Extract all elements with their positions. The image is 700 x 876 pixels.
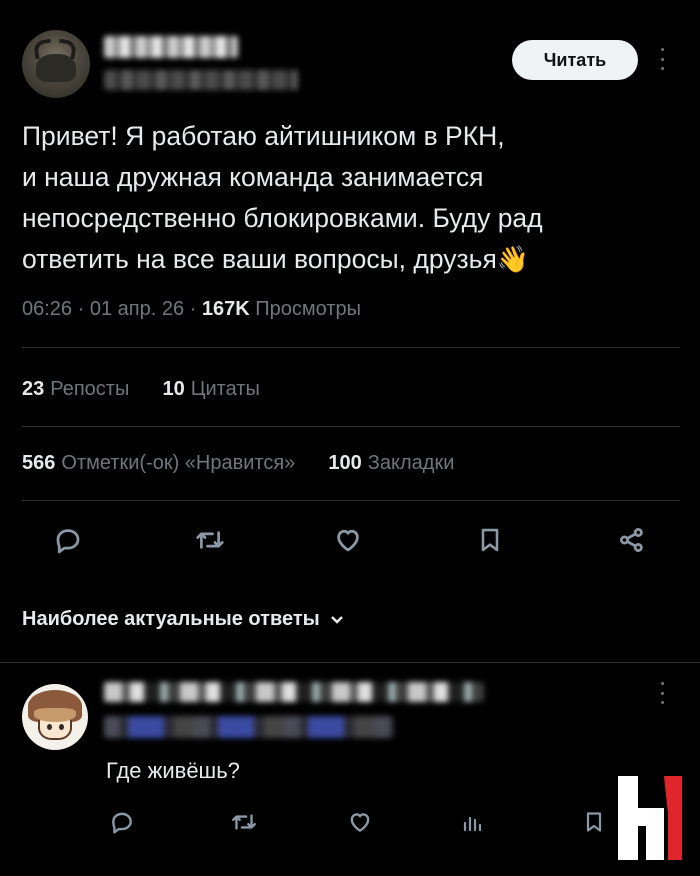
stats-row-likes: 566 Отметки(-ок) «Нравится» 100 Закладки	[22, 452, 454, 475]
bookmarks-label: Закладки	[367, 452, 455, 474]
like-icon[interactable]	[344, 806, 376, 838]
reply-icon[interactable]	[106, 806, 138, 838]
post-text-line: непосредственно блокировками. Буду рад	[22, 203, 543, 233]
likes-count: 566	[22, 452, 56, 474]
post-action-bar	[0, 524, 700, 564]
reply-author-handle-blurred[interactable]	[104, 716, 394, 738]
reply-action-bar	[0, 806, 700, 846]
quotes-label: Цитаты	[190, 378, 260, 400]
post-time[interactable]: 06:26	[22, 298, 72, 320]
avatar-image-part	[47, 724, 52, 730]
quotes-stat[interactable]: 10 Цитаты	[162, 378, 259, 400]
author-handle-blurred[interactable]	[104, 70, 298, 90]
reply-icon[interactable]	[52, 524, 84, 556]
reposts-label: Репосты	[50, 378, 130, 400]
divider	[22, 500, 680, 501]
post-meta: 06:26 · 01 апр. 26 · 167K Просмотры	[22, 298, 361, 321]
views-label: Просмотры	[255, 298, 361, 320]
repost-icon[interactable]	[194, 524, 226, 556]
avatar-image-part	[34, 708, 76, 722]
post-text-line: и наша дружная команда занимается	[22, 162, 484, 192]
reply-author-avatar[interactable]	[22, 684, 88, 750]
divider	[22, 347, 680, 348]
bookmarks-count: 100	[328, 452, 362, 474]
author-avatar[interactable]	[22, 30, 90, 98]
reply-author-name-blurred[interactable]	[104, 682, 484, 702]
post-date[interactable]: 01 апр. 26	[90, 298, 184, 320]
like-icon[interactable]	[332, 524, 364, 556]
meta-separator: ·	[189, 298, 197, 320]
stats-row-reposts: 23 Репосты 10 Цитаты	[22, 378, 260, 401]
post-text-line-content: ответить на все ваши вопросы, друзья	[22, 244, 497, 274]
bookmarks-stat[interactable]: 100 Закладки	[328, 452, 454, 474]
repost-icon[interactable]	[228, 806, 260, 838]
waving-hand-emoji: 👋	[496, 244, 530, 274]
more-options-icon[interactable]	[660, 48, 666, 70]
avatar-image-part	[59, 724, 64, 730]
author-name-blurred[interactable]	[104, 36, 238, 58]
views-icon[interactable]	[456, 806, 488, 838]
replies-sort-label: Наиболее актуальные ответы	[22, 608, 320, 630]
divider	[22, 426, 680, 427]
likes-label: Отметки(-ок) «Нравится»	[61, 452, 296, 474]
replies-sort-dropdown[interactable]: Наиболее актуальные ответы	[22, 608, 344, 631]
reply-text: Где живёшь?	[106, 758, 240, 783]
reposts-stat[interactable]: 23 Репосты	[22, 378, 129, 400]
reply-more-options-icon[interactable]	[660, 682, 666, 704]
share-icon[interactable]	[616, 524, 648, 556]
post-text-line: Привет! Я работаю айтишником в РКН,	[22, 121, 505, 151]
likes-stat[interactable]: 566 Отметки(-ок) «Нравится»	[22, 452, 295, 474]
quotes-count: 10	[162, 378, 185, 400]
post-text-line: ответить на все ваши вопросы, друзья👋	[22, 239, 682, 280]
avatar-image-part	[32, 38, 54, 60]
follow-button[interactable]: Читать	[512, 40, 638, 80]
bookmark-icon[interactable]	[474, 524, 506, 556]
watermark-logo	[618, 776, 682, 860]
views-count: 167K	[201, 298, 250, 320]
post-text: Привет! Я работаю айтишником в РКН, и на…	[22, 116, 682, 280]
divider	[0, 662, 700, 663]
avatar-image-part	[56, 38, 78, 60]
chevron-down-icon	[330, 615, 343, 624]
meta-separator: ·	[77, 298, 85, 320]
reposts-count: 23	[22, 378, 45, 400]
bookmark-icon[interactable]	[578, 806, 610, 838]
